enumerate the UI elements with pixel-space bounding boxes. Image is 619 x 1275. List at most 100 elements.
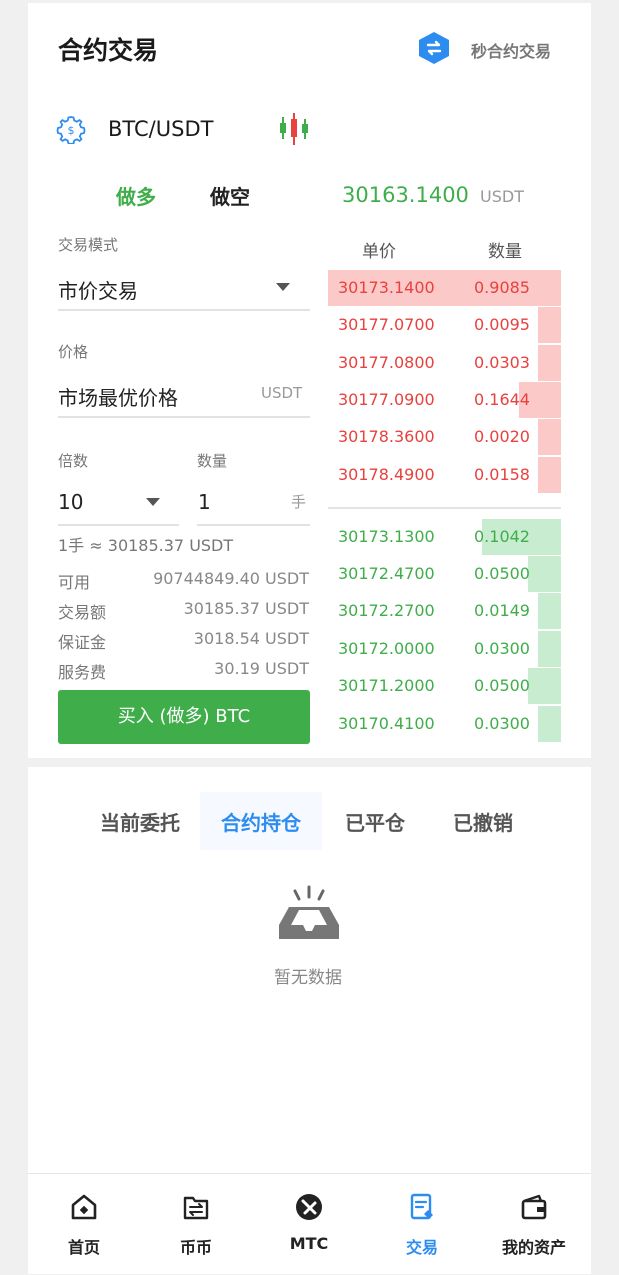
bid-qty: 0.1042 [474, 527, 530, 546]
ask-price: 30177.0700 [338, 315, 435, 334]
bid-row[interactable]: 30171.2000 0.0500 [328, 668, 561, 704]
leverage-label: 倍数 [58, 452, 89, 470]
price-input[interactable]: 市场最优价格 [58, 382, 178, 411]
last-price-unit: USDT [480, 187, 524, 206]
bid-price: 30172.4700 [338, 564, 435, 583]
depth-bar [538, 593, 561, 629]
bid-row[interactable]: 30172.4700 0.0500 [328, 556, 561, 592]
nav-label: 交易 [405, 1238, 438, 1257]
nav-assets[interactable]: 我的资产 [478, 1174, 590, 1275]
bid-row[interactable]: 30173.1300 0.1042 [328, 519, 561, 555]
nav-spot[interactable]: 币币 [140, 1174, 252, 1275]
tab-long[interactable]: 做多 [116, 181, 156, 210]
orderbook-qty-header: 数量 [488, 242, 522, 262]
tab-current-orders[interactable]: 当前委托 [100, 807, 180, 836]
gear-icon[interactable]: $ [56, 114, 86, 144]
quantity-input[interactable]: 1 [198, 490, 211, 514]
ask-row[interactable]: 30177.0700 0.0095 [328, 307, 561, 343]
bid-row[interactable]: 30170.4100 0.0300 [328, 706, 561, 742]
stat-value: 30.19 USDT [214, 659, 309, 678]
divider [58, 416, 310, 418]
bid-qty: 0.0300 [474, 639, 530, 658]
bid-qty: 0.0300 [474, 714, 530, 733]
empty-inbox-icon [279, 885, 339, 939]
svg-text:$: $ [68, 124, 75, 137]
chevron-down-icon[interactable] [146, 498, 160, 506]
bottom-nav: 首页 币币 MTC 交易 我的资产 [28, 1173, 591, 1275]
bid-row[interactable]: 30172.2700 0.0149 [328, 593, 561, 629]
ask-row[interactable]: 30173.1400 0.9085 [328, 270, 561, 306]
depth-bar [528, 668, 561, 704]
divider [197, 524, 310, 526]
depth-bar [538, 631, 561, 667]
bid-row[interactable]: 30172.0000 0.0300 [328, 631, 561, 667]
tab-positions[interactable]: 合约持仓 [221, 807, 301, 836]
candlestick-chart-icon[interactable] [276, 111, 312, 147]
stat-label: 保证金 [58, 633, 107, 652]
stat-value: 3018.54 USDT [193, 629, 309, 648]
bid-qty: 0.0149 [474, 601, 530, 620]
bid-price: 30173.1300 [338, 527, 435, 546]
mode-select[interactable]: 市价交易 [58, 275, 138, 304]
divider [58, 309, 310, 311]
nav-label: 我的资产 [501, 1238, 566, 1257]
bid-price: 30171.2000 [338, 676, 435, 695]
leverage-select[interactable]: 10 [58, 490, 83, 514]
orderbook-price-header: 单价 [362, 242, 396, 262]
trade-panel: 合约交易 秒合约交易 $ BTC/USDT 做多 做空 30163.1400 U… [28, 3, 591, 758]
price-label: 价格 [58, 343, 89, 361]
ask-row[interactable]: 30178.4900 0.0158 [328, 457, 561, 493]
orders-panel: 当前委托 合约持仓 已平仓 已撤销 暂无数据 首页 币币 MTC 交易 我的资产 [28, 767, 591, 1274]
ask-row[interactable]: 30177.0900 0.1644 [328, 382, 561, 418]
depth-bar [538, 706, 561, 742]
nav-mtc[interactable]: MTC [253, 1174, 365, 1275]
orderbook-divider [328, 507, 561, 509]
tab-closed[interactable]: 已平仓 [345, 807, 405, 836]
trade-icon [410, 1193, 433, 1220]
ask-qty: 0.0020 [474, 427, 530, 446]
ask-price: 30177.0900 [338, 390, 435, 409]
bid-price: 30170.4100 [338, 714, 435, 733]
ask-price: 30178.4900 [338, 465, 435, 484]
stat-label: 交易额 [58, 603, 107, 622]
home-icon [71, 1194, 97, 1220]
swap-icon[interactable] [418, 31, 450, 65]
nav-label: 币币 [179, 1238, 212, 1257]
mtc-icon [296, 1194, 322, 1220]
stat-value: 90744849.40 USDT [153, 569, 309, 588]
depth-bar [538, 345, 561, 381]
page-title: 合约交易 [58, 36, 159, 65]
bid-qty: 0.0500 [474, 676, 530, 695]
depth-bar [538, 307, 561, 343]
ask-qty: 0.0303 [474, 353, 530, 372]
ask-qty: 0.0095 [474, 315, 530, 334]
lot-note: 1手 ≈ 30185.37 USDT [58, 536, 234, 555]
ask-price: 30173.1400 [338, 278, 435, 297]
ask-price: 30177.0800 [338, 353, 435, 372]
quantity-unit: 手 [291, 493, 307, 511]
stat-label: 服务费 [58, 663, 107, 682]
nav-label: MTC [289, 1234, 329, 1253]
nav-label: 首页 [67, 1238, 100, 1257]
tab-cancelled[interactable]: 已撤销 [453, 807, 513, 836]
mode-label: 交易模式 [58, 236, 119, 254]
second-contract-link[interactable]: 秒合约交易 [471, 38, 551, 62]
stat-label: 可用 [58, 573, 91, 592]
tab-short[interactable]: 做空 [210, 181, 250, 210]
trading-pair[interactable]: BTC/USDT [108, 117, 213, 141]
wallet-exchange-icon [183, 1196, 209, 1220]
nav-trade[interactable]: 交易 [366, 1174, 478, 1275]
nav-home[interactable]: 首页 [28, 1174, 140, 1275]
depth-bar [528, 556, 561, 592]
divider [58, 524, 179, 526]
empty-state-text: 暂无数据 [274, 968, 342, 988]
price-unit: USDT [261, 384, 303, 402]
ask-row[interactable]: 30178.3600 0.0020 [328, 419, 561, 455]
buy-long-button[interactable]: 买入 (做多) BTC [58, 690, 310, 744]
chevron-down-icon[interactable] [276, 283, 290, 291]
ask-row[interactable]: 30177.0800 0.0303 [328, 345, 561, 381]
ask-price: 30178.3600 [338, 427, 435, 446]
ask-qty: 0.0158 [474, 465, 530, 484]
depth-bar [538, 419, 561, 455]
bid-price: 30172.0000 [338, 639, 435, 658]
